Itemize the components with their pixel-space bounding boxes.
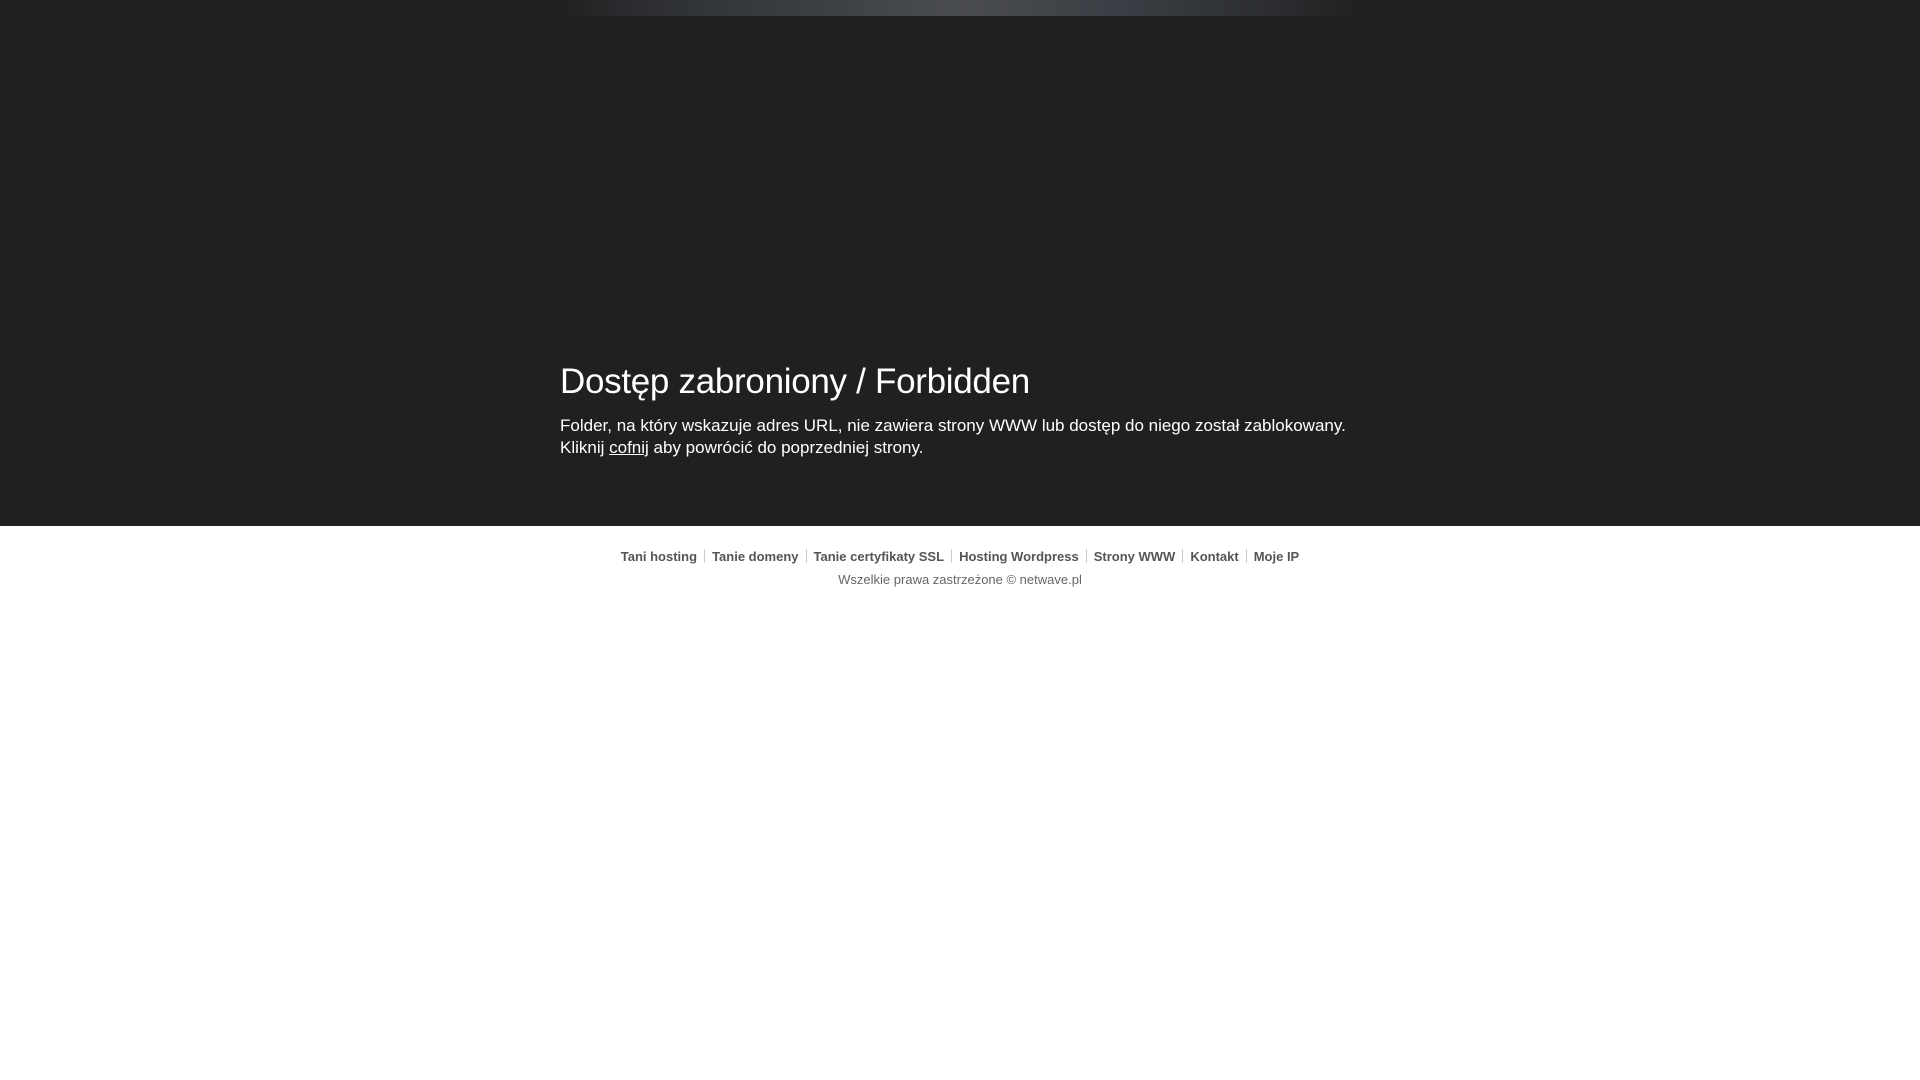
- footer-link-tani-hosting[interactable]: Tani hosting: [614, 549, 704, 565]
- footer-nav: Tani hosting Tanie domeny Tanie certyfikat…: [0, 549, 1920, 565]
- copyright: Wszelkie prawa zastrzeżone © netwave.pl: [838, 572, 1082, 587]
- back-instruction-prefix: Kliknij: [560, 438, 610, 457]
- hero-background-image: [560, 0, 1360, 16]
- back-link[interactable]: cofnij: [609, 438, 649, 457]
- footer-link-certyfikaty-ssl[interactable]: Tanie certyfikaty SSL: [807, 549, 952, 565]
- footer-link-hosting-wordpress[interactable]: Hosting Wordpress: [952, 549, 1086, 565]
- error-message: Folder, na który wskazuje adres URL, nie…: [560, 415, 1380, 459]
- page-title: Dostęp zabroniony / Forbidden: [560, 362, 1030, 401]
- back-instruction: Kliknij cofnij aby powrócić do poprzedni…: [560, 437, 1380, 459]
- hero-section: Dostęp zabroniony / Forbidden Folder, na…: [0, 0, 1920, 526]
- error-content: Dostęp zabroniony / Forbidden Folder, na…: [560, 358, 1380, 459]
- footer-link-strony-www[interactable]: Strony WWW: [1087, 549, 1183, 565]
- footer-link-kontakt[interactable]: Kontakt: [1183, 549, 1245, 565]
- footer-link-moje-ip[interactable]: Moje IP: [1247, 549, 1307, 565]
- back-instruction-suffix: aby powrócić do poprzedniej strony.: [648, 438, 924, 457]
- error-description: Folder, na który wskazuje adres URL, nie…: [560, 416, 1346, 435]
- footer-link-tanie-domeny[interactable]: Tanie domeny: [705, 549, 805, 565]
- footer: Tani hosting Tanie domeny Tanie certyfikat…: [0, 526, 1920, 588]
